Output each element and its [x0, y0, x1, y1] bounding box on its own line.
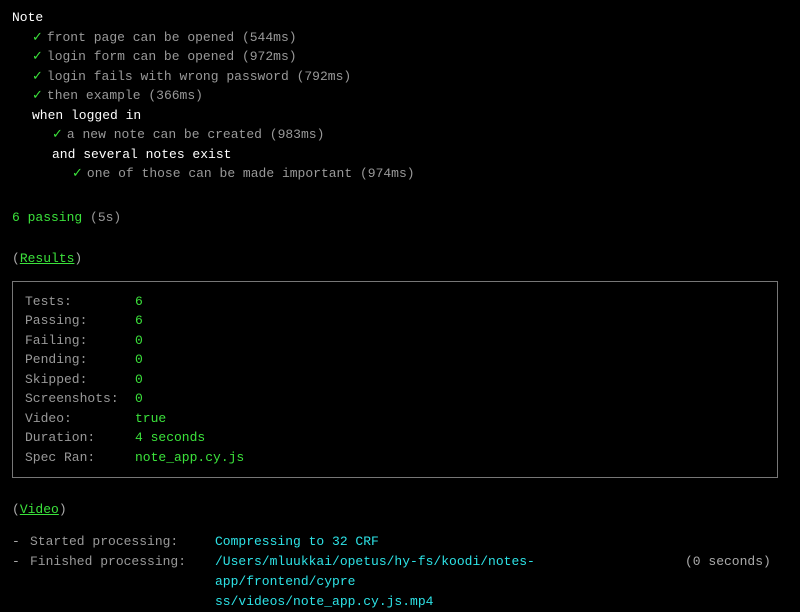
result-label: Video: — [25, 409, 135, 429]
test-name: login fails with wrong password — [47, 69, 289, 84]
result-label: Skipped: — [25, 370, 135, 390]
video-row: - Finished processing: /Users/mluukkai/o… — [12, 552, 788, 591]
result-value: 6 — [135, 311, 143, 331]
result-label: Pending: — [25, 350, 135, 370]
result-value: 0 — [135, 331, 143, 351]
test-duration: (792ms) — [297, 69, 352, 84]
result-label: Screenshots: — [25, 389, 135, 409]
video-header: (Video) — [12, 500, 788, 520]
check-icon: ✓ — [32, 88, 43, 103]
result-row: Video:true — [25, 409, 765, 429]
result-row: Duration:4 seconds — [25, 428, 765, 448]
result-label: Spec Ran: — [25, 448, 135, 468]
result-label: Passing: — [25, 311, 135, 331]
video-value: /Users/mluukkai/opetus/hy-fs/koodi/notes… — [215, 552, 665, 591]
test-row: ✓ a new note can be created (983ms) — [12, 125, 788, 145]
result-label: Duration: — [25, 428, 135, 448]
test-duration: (974ms) — [360, 166, 415, 181]
results-header: (Results) — [12, 249, 788, 269]
check-icon: ✓ — [32, 69, 43, 84]
test-name: front page can be opened — [47, 30, 234, 45]
result-row: Failing:0 — [25, 331, 765, 351]
test-name: login form can be opened — [47, 49, 234, 64]
check-icon: ✓ — [32, 49, 43, 64]
check-icon: ✓ — [32, 30, 43, 45]
result-value: 0 — [135, 370, 143, 390]
result-value: note_app.cy.js — [135, 448, 244, 468]
test-duration: (366ms) — [148, 88, 203, 103]
result-label: Tests: — [25, 292, 135, 312]
check-icon: ✓ — [52, 127, 63, 142]
video-row: ss/videos/note_app.cy.js.mp4 — [12, 592, 788, 612]
result-row: Passing:6 — [25, 311, 765, 331]
result-value: true — [135, 409, 166, 429]
test-row: ✓ then example (366ms) — [12, 86, 788, 106]
result-value: 0 — [135, 350, 143, 370]
context-title: and several notes exist — [12, 145, 788, 165]
result-row: Spec Ran:note_app.cy.js — [25, 448, 765, 468]
test-name: one of those can be made important — [87, 166, 352, 181]
result-row: Pending:0 — [25, 350, 765, 370]
result-row: Tests:6 — [25, 292, 765, 312]
video-label: Started processing: — [30, 532, 215, 552]
video-time: (0 seconds) — [685, 552, 771, 591]
passing-time: (5s) — [90, 210, 121, 225]
dash-icon: - — [12, 552, 30, 591]
result-value: 0 — [135, 389, 143, 409]
video-value: ss/videos/note_app.cy.js.mp4 — [215, 592, 433, 612]
result-row: Screenshots:0 — [25, 389, 765, 409]
test-name: then example — [47, 88, 141, 103]
passing-count: 6 passing — [12, 210, 82, 225]
suite-title: Note — [12, 8, 788, 28]
video-value: Compressing to 32 CRF — [215, 532, 379, 552]
section-title: Video — [20, 502, 59, 517]
test-duration: (983ms) — [270, 127, 325, 142]
dash-icon: - — [12, 532, 30, 552]
test-row: ✓ login fails with wrong password (792ms) — [12, 67, 788, 87]
result-value: 6 — [135, 292, 143, 312]
test-duration: (972ms) — [242, 49, 297, 64]
context-title: when logged in — [12, 106, 788, 126]
test-row: ✓ one of those can be made important (974… — [12, 164, 788, 184]
results-box: Tests:6 Passing:6 Failing:0 Pending:0 Sk… — [12, 281, 778, 479]
result-value: 4 seconds — [135, 428, 205, 448]
section-title: Results — [20, 251, 75, 266]
check-icon: ✓ — [72, 166, 83, 181]
video-row: - Started processing: Compressing to 32 … — [12, 532, 788, 552]
result-row: Skipped:0 — [25, 370, 765, 390]
test-name: a new note can be created — [67, 127, 262, 142]
passing-summary: 6 passing (5s) — [12, 208, 788, 228]
test-row: ✓ front page can be opened (544ms) — [12, 28, 788, 48]
test-duration: (544ms) — [242, 30, 297, 45]
test-row: ✓ login form can be opened (972ms) — [12, 47, 788, 67]
result-label: Failing: — [25, 331, 135, 351]
video-label: Finished processing: — [30, 552, 215, 591]
